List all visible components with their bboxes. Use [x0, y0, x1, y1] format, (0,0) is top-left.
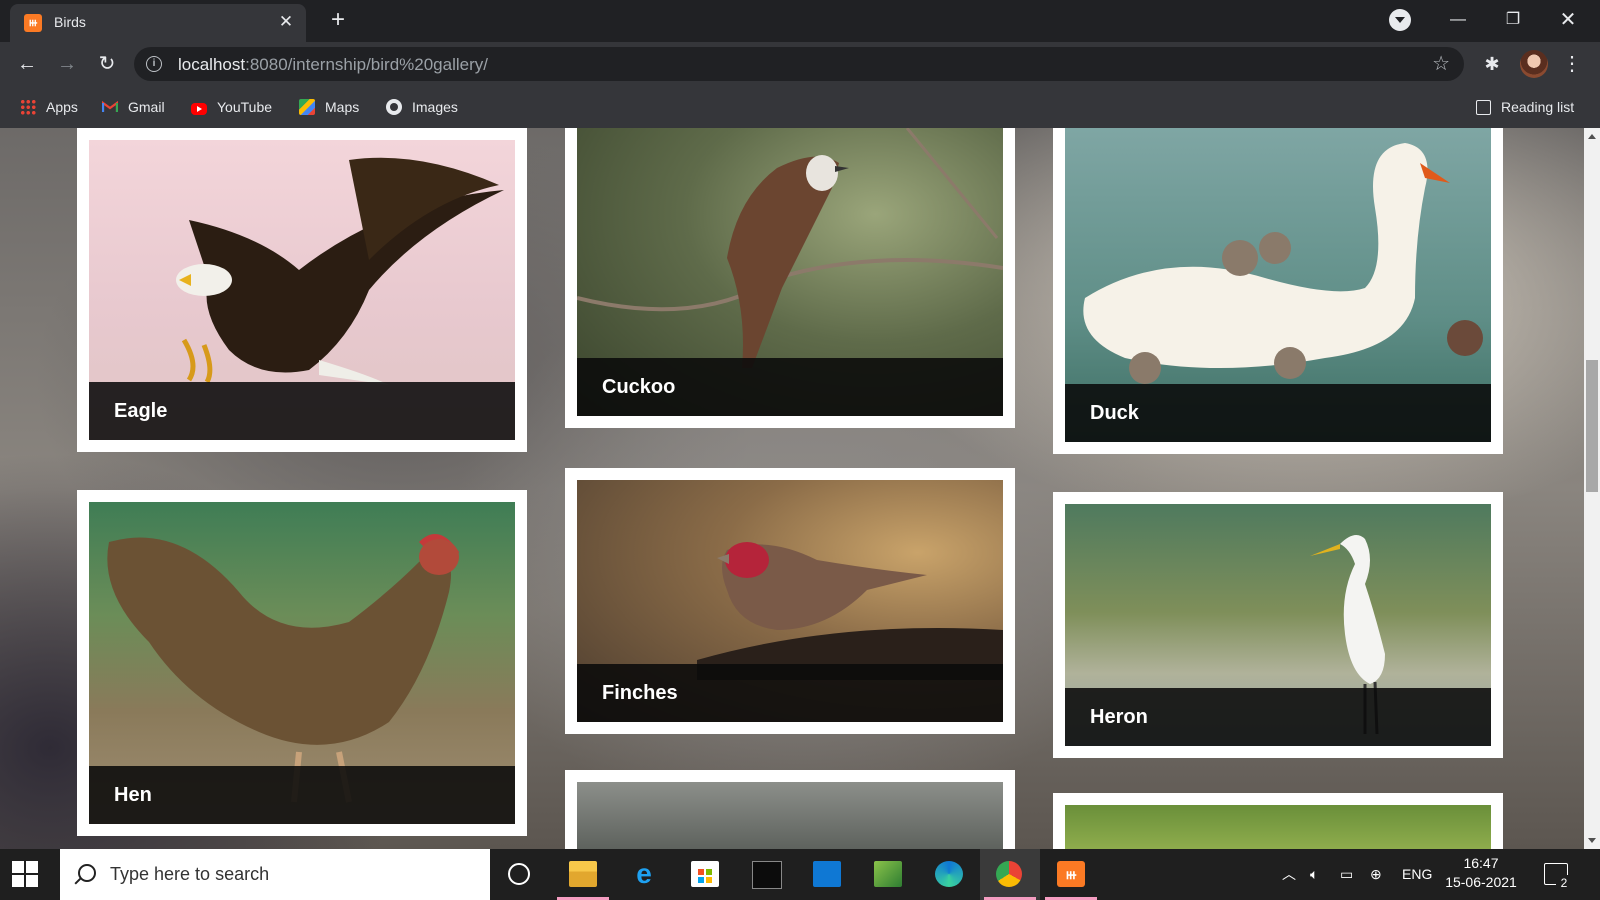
restore-button[interactable]: ❐ [1491, 6, 1535, 34]
bookmark-star-icon[interactable]: ☆ [1432, 52, 1450, 76]
bookmark-youtube[interactable]: YouTube [191, 97, 272, 117]
cortana-button[interactable] [490, 849, 550, 900]
scroll-up-arrow-icon[interactable] [1588, 134, 1596, 139]
network-globe-icon[interactable]: ⊕ [1370, 849, 1382, 900]
apps-grid-icon [20, 99, 36, 115]
taskbar-search-input[interactable]: Type here to search [60, 849, 490, 900]
bookmark-images[interactable]: Images [386, 97, 458, 117]
bookmark-gmail[interactable]: Gmail [102, 97, 165, 117]
partial-photo [1065, 805, 1491, 849]
forward-button[interactable]: → [53, 50, 81, 78]
scroll-down-arrow-icon[interactable] [1588, 838, 1596, 843]
browser-toolbar: ← → ↻ i localhost:8080/internship/bird%2… [0, 42, 1600, 86]
gmail-icon [102, 100, 118, 112]
site-info-icon[interactable]: i [146, 56, 162, 72]
chrome-icon [996, 861, 1022, 887]
internet-explorer-icon: e [636, 858, 652, 889]
maps-icon [299, 99, 315, 115]
clock-date: 15-06-2021 [1445, 874, 1517, 890]
bookmark-maps[interactable]: Maps [299, 97, 359, 117]
youtube-icon [191, 103, 207, 115]
taskbar-photos-app[interactable] [858, 849, 918, 900]
card-caption: Eagle [89, 382, 515, 440]
card-caption: Duck [1065, 384, 1491, 442]
show-hidden-icons-chevron-icon[interactable]: ︿ [1282, 849, 1296, 900]
card-caption: Heron [1065, 688, 1491, 746]
taskbar-internet-explorer[interactable]: e [614, 849, 674, 900]
terminal-icon [752, 861, 782, 889]
gallery-card-cuckoo[interactable]: Cuckoo [565, 128, 1015, 428]
profile-avatar[interactable] [1520, 50, 1548, 78]
language-indicator[interactable]: ENG [1402, 849, 1432, 900]
cortana-circle-icon [508, 863, 530, 885]
tab-search-icon[interactable] [1389, 9, 1411, 31]
bookmarks-bar: Apps Gmail YouTube Maps Images Reading l… [0, 86, 1600, 128]
xampp-icon: ⲿ [1057, 861, 1085, 887]
back-button[interactable]: ← [13, 50, 41, 78]
taskbar-terminal[interactable] [736, 849, 796, 900]
images-globe-icon [386, 99, 402, 115]
gallery-card-finches[interactable]: Finches [565, 468, 1015, 734]
reading-list-icon [1476, 100, 1491, 115]
xampp-icon: ⲿ [24, 14, 42, 32]
taskbar-xampp[interactable]: ⲿ [1041, 849, 1101, 900]
photos-app-icon [874, 861, 902, 887]
browser-tab[interactable]: ⲿ Birds ✕ [10, 4, 306, 42]
volume-icon[interactable]: 🔈︎ [1310, 849, 1318, 900]
scrollbar-thumb[interactable] [1586, 360, 1598, 492]
card-caption: Hen [89, 766, 515, 824]
page-scrollbar[interactable] [1584, 128, 1600, 849]
taskbar-edge[interactable] [919, 849, 979, 900]
card-caption: Cuckoo [577, 358, 1003, 416]
reading-list-button[interactable]: Reading list [1476, 97, 1574, 117]
taskbar-file-explorer[interactable] [553, 849, 613, 900]
clock-time: 16:47 [1463, 855, 1499, 871]
store-bag-icon [691, 861, 719, 887]
gallery-card-hen[interactable]: Hen [77, 490, 527, 836]
folder-icon [569, 861, 597, 887]
taskbar-chrome[interactable] [980, 849, 1040, 900]
gallery-card-eagle[interactable]: Eagle [77, 128, 527, 452]
close-tab-icon[interactable]: ✕ [276, 12, 296, 32]
browser-titlebar: ⲿ Birds ✕ + — ❐ ✕ [0, 0, 1600, 42]
page-viewport: Eagle Hen Cuckoo Finches Duck Heron [0, 128, 1584, 849]
taskbar-clock[interactable]: 16:47 15-06-2021 [1436, 854, 1526, 892]
gallery-card-duck[interactable]: Duck [1053, 128, 1503, 454]
gallery-card-heron[interactable]: Heron [1053, 492, 1503, 758]
notification-count-badge: 2 [1556, 875, 1572, 891]
extensions-puzzle-icon[interactable]: ✱ [1480, 52, 1504, 76]
gallery-card-partial[interactable] [565, 770, 1015, 849]
bookmark-apps[interactable]: Apps [20, 97, 78, 117]
taskbar-store[interactable] [675, 849, 735, 900]
new-tab-button[interactable]: + [324, 8, 352, 32]
url-text[interactable]: localhost:8080/internship/bird%20gallery… [178, 55, 488, 75]
address-bar[interactable]: i localhost:8080/internship/bird%20galle… [134, 47, 1464, 81]
close-window-button[interactable]: ✕ [1546, 6, 1590, 34]
windows-start-icon[interactable] [12, 861, 38, 887]
tab-title: Birds [54, 14, 86, 30]
minimize-button[interactable]: — [1436, 6, 1480, 34]
reload-button[interactable]: ↻ [93, 50, 121, 78]
taskbar-mail[interactable] [797, 849, 857, 900]
more-menu-icon[interactable]: ⋮ [1562, 50, 1582, 78]
windows-taskbar: Type here to search e ⲿ ︿ 🔈︎ ▭ ⊕ ENG 16:… [0, 849, 1600, 900]
gallery-card-partial[interactable] [1053, 793, 1503, 849]
battery-icon[interactable]: ▭ [1340, 849, 1353, 900]
search-icon [78, 864, 96, 882]
edge-icon [935, 861, 963, 887]
mail-icon [813, 861, 841, 887]
lily-pond-photo [577, 782, 1003, 849]
card-caption: Finches [577, 664, 1003, 722]
